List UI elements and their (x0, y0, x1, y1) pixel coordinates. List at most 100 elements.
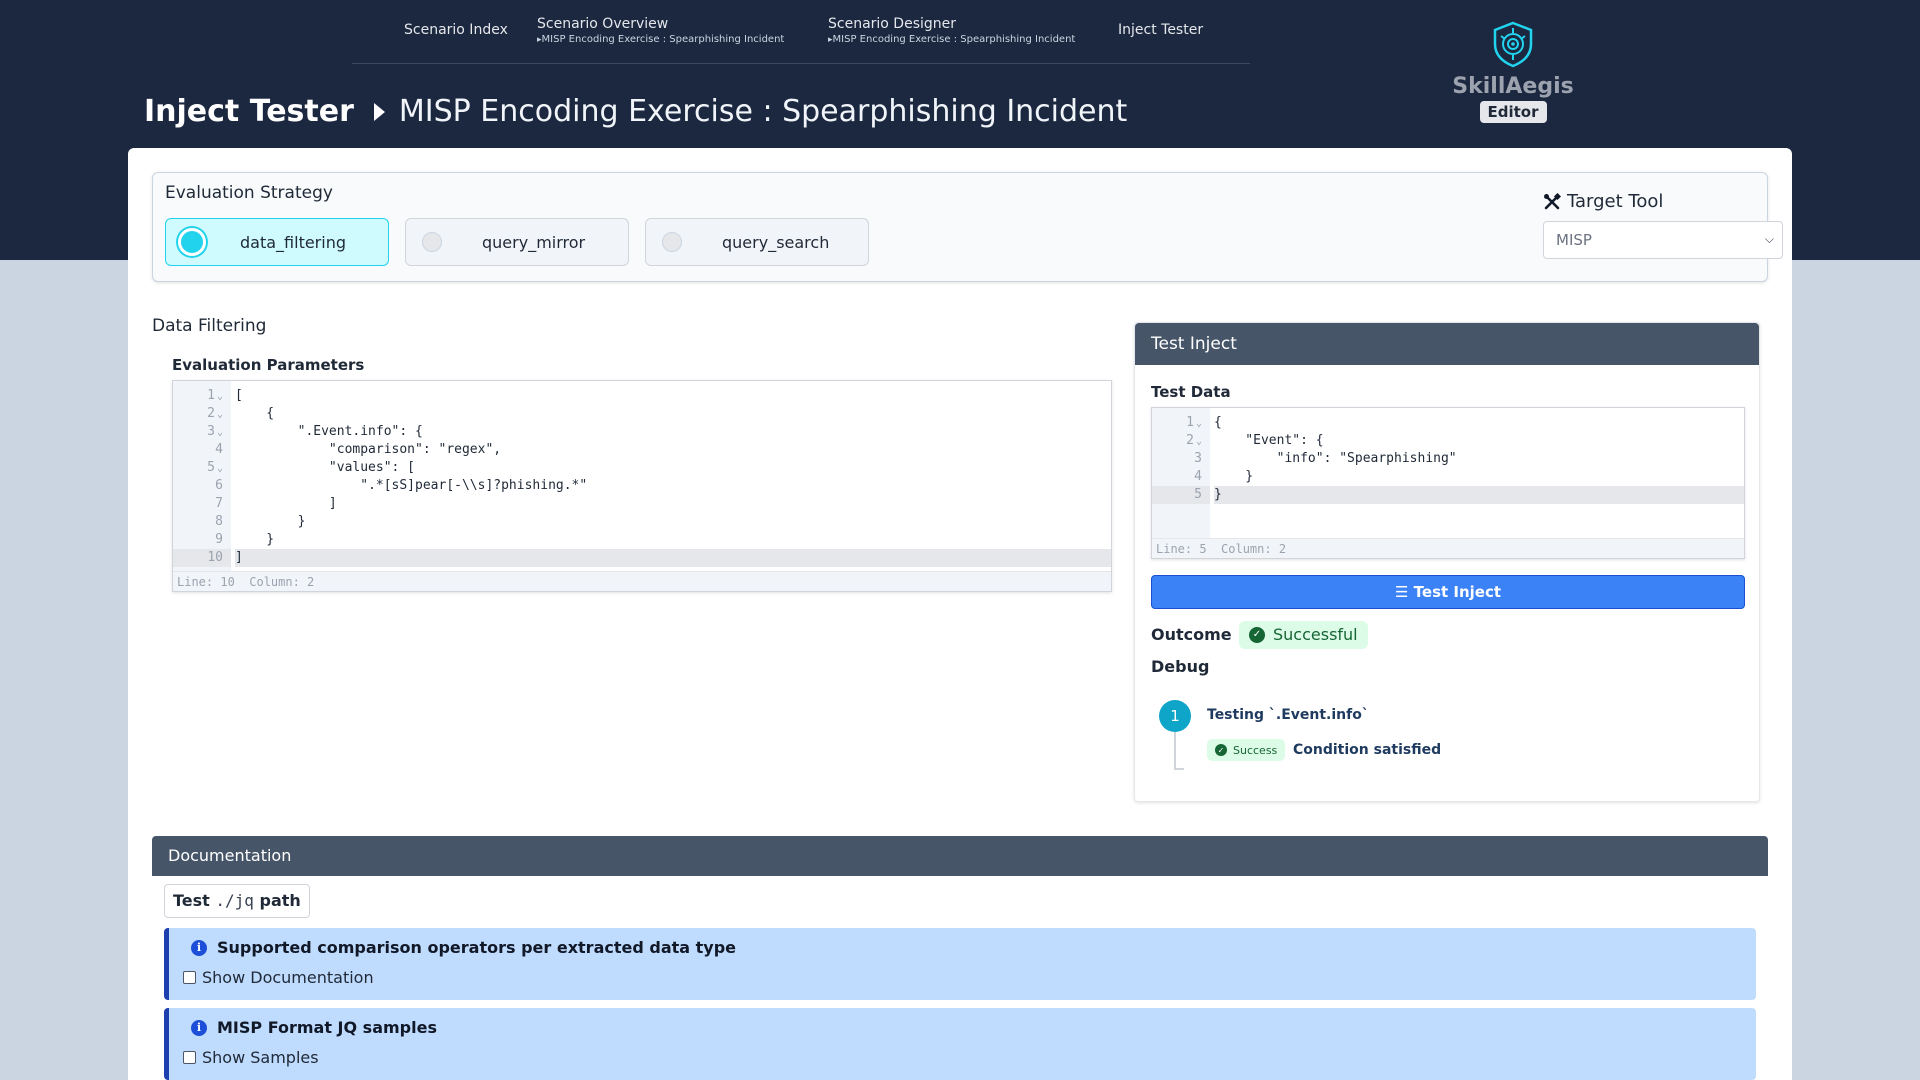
line-gutter: 1 2 3 4 5 (1152, 408, 1210, 540)
code-line: } (235, 532, 275, 547)
line-number: 2 (173, 405, 231, 423)
step-connector (1174, 732, 1184, 770)
code-line: } (235, 514, 306, 529)
documentation-header: Documentation (152, 836, 1768, 876)
outcome-label: Outcome (1151, 625, 1232, 644)
outcome-value: Successful (1273, 625, 1358, 644)
evaluation-parameters-editor[interactable]: 1 2 3 4 5 6 7 8 9 10 [ { ".Event.info": … (172, 380, 1112, 592)
debug-step-title: Testing `.Event.info` (1207, 707, 1369, 723)
code-line: [ (235, 388, 243, 403)
nav-scenario-designer[interactable]: Scenario Designer MISP Encoding Exercise… (828, 16, 1075, 45)
code-line: "values": [ (235, 460, 416, 475)
test-data-label: Test Data (1151, 383, 1231, 401)
strategy-option-label: query_mirror (482, 232, 586, 252)
line-number: 9 (215, 532, 223, 547)
editor-status-bar: Line: 10 Column: 2 (173, 571, 1111, 591)
line-number: 4 (1194, 469, 1202, 484)
code-area: [ { ".Event.info": { "comparison": "rege… (235, 381, 1111, 567)
page-title: Inject Tester MISP Encoding Exercise : S… (144, 94, 1127, 129)
checkbox-icon[interactable] (183, 1051, 196, 1064)
nav-label: Scenario Overview (537, 16, 669, 32)
info-box-comparison-operators: i Supported comparison operators per ext… (164, 928, 1756, 1000)
test-inject-button[interactable]: ☰ Test Inject (1151, 575, 1745, 609)
line-number: 1 (173, 387, 231, 405)
strategy-label: Evaluation Strategy (165, 183, 333, 203)
main-card: Evaluation Strategy data_filtering query… (128, 148, 1792, 1080)
documentation-section: Documentation Test ./jq path i Supported… (152, 836, 1768, 1080)
shield-logo-icon (1493, 21, 1533, 68)
brand-logo: SkillAegis Editor (1448, 20, 1578, 123)
debug-step-number: 1 (1159, 700, 1191, 732)
debug-label: Debug (1151, 657, 1210, 676)
evaluation-parameters-label: Evaluation Parameters (172, 356, 365, 374)
radio-icon (662, 232, 682, 252)
code-line: ".*[sS]pear[-\\s]?phishing.*" (235, 478, 588, 493)
nav-sublabel: MISP Encoding Exercise : Spearphishing I… (828, 34, 1076, 45)
tools-icon (1544, 192, 1561, 209)
check-circle-icon: ✓ (1249, 627, 1265, 643)
code-line: { (1214, 415, 1222, 430)
code-line: ] (235, 549, 1111, 567)
strategy-option-query-mirror[interactable]: query_mirror (405, 218, 629, 266)
code-line: ] (235, 496, 337, 511)
debug-step-badge: ✓ Success (1207, 739, 1286, 761)
tab-prefix: Test (173, 891, 210, 910)
line-number: 1 (1152, 414, 1210, 432)
brand-badge: Editor (1479, 101, 1547, 123)
target-tool-label: Target Tool (1543, 191, 1663, 212)
radio-icon (422, 232, 442, 252)
code-line: "info": "Spearphishing" (1214, 451, 1457, 466)
tab-suffix: path (259, 891, 301, 910)
test-inject-header: Test Inject (1135, 323, 1759, 365)
nav-sublabel: MISP Encoding Exercise : Spearphishing I… (537, 34, 785, 45)
test-inject-button-label: Test Inject (1413, 583, 1502, 601)
editor-status-bar: Line: 5 Column: 2 (1152, 538, 1744, 558)
line-number: 5 (1152, 486, 1210, 504)
show-documentation-toggle[interactable]: Show Documentation (183, 968, 374, 987)
chevron-down-icon: ⌵ (1764, 232, 1774, 246)
page-title-scenario: MISP Encoding Exercise : Spearphishing I… (398, 94, 1128, 129)
evaluation-strategy-box: Evaluation Strategy data_filtering query… (152, 172, 1783, 282)
code-line: } (1214, 486, 1744, 504)
nav-scenario-overview[interactable]: Scenario Overview MISP Encoding Exercise… (537, 16, 784, 45)
line-gutter: 1 2 3 4 5 6 7 8 9 10 (173, 381, 231, 573)
line-number: 10 (173, 549, 231, 567)
code-line: } (1214, 469, 1254, 484)
info-box-title: i Supported comparison operators per ext… (191, 938, 736, 957)
nav-label: Inject Tester (1118, 22, 1204, 38)
line-number: 7 (215, 496, 223, 511)
strategy-option-label: data_filtering (240, 232, 346, 252)
strategy-option-data-filtering[interactable]: data_filtering (165, 218, 389, 266)
outcome-badge: ✓ Successful (1239, 621, 1368, 649)
nav-inject-tester[interactable]: Inject Tester (1118, 22, 1203, 38)
test-jq-path-tab[interactable]: Test ./jq path (164, 884, 310, 918)
target-tool-text: Target Tool (1567, 191, 1664, 212)
code-line: "Event": { (1214, 433, 1324, 448)
target-tool-value: MISP (1556, 231, 1592, 249)
show-samples-toggle[interactable]: Show Samples (183, 1048, 319, 1067)
code-area: { "Event": { "info": "Spearphishing" } } (1214, 408, 1744, 504)
data-filtering-heading: Data Filtering (152, 316, 267, 336)
info-box-title-text: MISP Format JQ samples (217, 1018, 437, 1037)
code-line: ".Event.info": { (235, 424, 423, 439)
debug-step-badge-text: Success (1233, 743, 1278, 757)
info-icon: i (191, 1019, 207, 1036)
tab-mono: ./jq (215, 891, 254, 910)
checkbox-icon[interactable] (183, 971, 196, 984)
line-number: 6 (215, 478, 223, 493)
code-line: { (235, 406, 275, 421)
brand-name: SkillAegis (1452, 74, 1574, 99)
top-navigation: Scenario Index Scenario Overview MISP En… (352, 0, 1250, 64)
info-icon: i (191, 939, 207, 956)
test-data-editor[interactable]: 1 2 3 4 5 { "Event": { "info": "Spearphi… (1151, 407, 1745, 559)
checklist-icon: ☰ (1394, 583, 1409, 601)
nav-scenario-index[interactable]: Scenario Index (404, 22, 508, 38)
target-tool-select[interactable]: MISP ⌵ (1543, 221, 1783, 259)
strategy-option-query-search[interactable]: query_search (645, 218, 869, 266)
check-circle-icon: ✓ (1215, 744, 1227, 756)
nav-label: Scenario Designer (828, 16, 957, 32)
strategy-option-label: query_search (722, 232, 830, 252)
checkbox-label: Show Documentation (202, 968, 374, 987)
info-box-title-text: Supported comparison operators per extra… (217, 938, 737, 957)
line-number: 3 (173, 423, 231, 441)
